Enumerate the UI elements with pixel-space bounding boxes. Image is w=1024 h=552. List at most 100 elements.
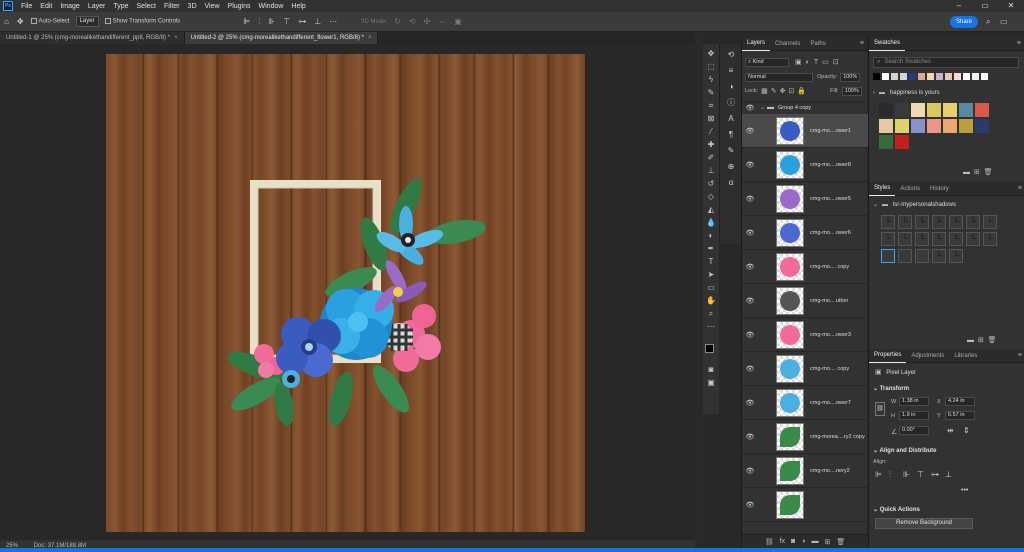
eye-icon[interactable]: 👁	[742, 104, 758, 112]
swatch[interactable]	[927, 103, 941, 117]
menu-image[interactable]: Image	[56, 3, 83, 10]
swatch[interactable]	[981, 73, 988, 80]
style-preset[interactable]: └	[949, 249, 963, 263]
swatch[interactable]	[895, 103, 909, 117]
move-tool-icon[interactable]: ✥	[17, 12, 24, 32]
menu-edit[interactable]: Edit	[36, 3, 56, 10]
blend-mode-select[interactable]: Normal	[745, 72, 813, 82]
layer-row[interactable]: 👁 cmg-mo.... copy	[742, 250, 868, 284]
new-group-icon[interactable]: ▬	[812, 538, 819, 545]
eye-icon[interactable]: 👁	[742, 229, 758, 237]
search-icon[interactable]: ⌕	[986, 12, 990, 32]
pen-tool-icon[interactable]: ✒	[705, 243, 717, 254]
healing-brush-icon[interactable]: ✚	[705, 139, 717, 150]
swatch[interactable]	[879, 103, 893, 117]
swatch-group-header[interactable]: › ▬ happiness is yours	[873, 89, 1023, 99]
clone-source-icon[interactable]: ⊕	[724, 160, 738, 173]
flip-vertical-icon[interactable]: ⇕	[963, 426, 970, 435]
layer-row[interactable]: 👁 cmg-mo....ower5	[742, 182, 868, 216]
screen-mode-icon[interactable]: ▣	[705, 377, 717, 388]
tab-channels[interactable]: Channels	[770, 37, 805, 51]
paint-bucket-icon[interactable]: ◭	[705, 204, 717, 215]
eraser-tool-icon[interactable]: ◇	[705, 191, 717, 202]
more-tools-icon[interactable]: ⋯	[705, 321, 717, 332]
history-brush-icon[interactable]: ↺	[705, 178, 717, 189]
align-hcenter-icon[interactable]: ⫶	[889, 470, 891, 480]
style-preset[interactable]: └	[949, 232, 963, 246]
tab-paths[interactable]: Paths	[805, 37, 830, 51]
layer-row[interactable]: 👁 cmg-mo....ower6	[742, 216, 868, 250]
swatch[interactable]	[954, 73, 961, 80]
eye-icon[interactable]: 👁	[742, 297, 758, 305]
properties-panel-icon[interactable]: ≡	[724, 64, 738, 77]
swatch[interactable]	[972, 73, 979, 80]
x-input[interactable]: 4.24 in	[945, 397, 975, 406]
align-right-icon[interactable]: ⊪	[268, 12, 275, 32]
info-panel-icon[interactable]: ⓘ	[724, 96, 738, 109]
fill-input[interactable]: 100%	[841, 86, 862, 96]
panel-menu-icon[interactable]: ≡	[1018, 352, 1022, 359]
swatch[interactable]	[895, 119, 909, 133]
new-layer-icon[interactable]: ⊞	[825, 538, 831, 546]
type-tool-icon[interactable]: T	[705, 256, 717, 267]
style-preset[interactable]: └	[932, 249, 946, 263]
eyedropper-tool-icon[interactable]: ⁄	[705, 126, 717, 137]
panel-menu-icon[interactable]: ≡	[1017, 40, 1021, 47]
layer-row[interactable]: 👁	[742, 488, 868, 522]
style-preset[interactable]: └	[915, 232, 929, 246]
quick-select-tool-icon[interactable]: ✎	[705, 87, 717, 98]
menu-3d[interactable]: 3D	[184, 3, 201, 10]
menu-window[interactable]: Window	[255, 3, 288, 10]
swatch[interactable]	[911, 103, 925, 117]
opacity-input[interactable]: 100%	[840, 72, 861, 82]
delete-layer-icon[interactable]: 🗑	[836, 538, 845, 546]
align-center-icon[interactable]: ⫶	[258, 12, 260, 32]
menu-select[interactable]: Select	[133, 3, 160, 10]
align-left-icon[interactable]: ⊫	[243, 12, 250, 32]
style-preset[interactable]: └	[932, 215, 946, 229]
flip-horizontal-icon[interactable]: ⇹	[947, 426, 954, 435]
tab-untitled-2[interactable]: Untitled-2 @ 25% (cmg-morealikethandiffe…	[184, 32, 379, 44]
3d-roll-icon[interactable]: ⟲	[409, 12, 416, 32]
home-icon[interactable]: ⌂	[4, 12, 9, 32]
y-input[interactable]: 6.57 in	[945, 411, 975, 420]
tab-properties[interactable]: Properties	[869, 348, 907, 363]
eye-icon[interactable]: 👁	[742, 263, 758, 271]
swatch[interactable]	[936, 73, 943, 80]
swatch[interactable]	[873, 73, 880, 80]
angle-input[interactable]: 0.00°	[899, 426, 929, 435]
layer-row[interactable]: 👁 cmg-mo....ower3	[742, 318, 868, 352]
quick-actions-header[interactable]: ⌄ Quick Actions	[873, 506, 920, 513]
hand-tool-icon[interactable]: ✋	[705, 295, 717, 306]
blur-tool-icon[interactable]: 💧	[705, 217, 717, 228]
close-icon[interactable]: ×	[368, 35, 372, 41]
swatch[interactable]	[909, 73, 916, 80]
eye-icon[interactable]: 👁	[742, 195, 758, 203]
3d-pan-icon[interactable]: ✣	[424, 12, 431, 32]
new-swatch-icon[interactable]: ⊞	[974, 169, 980, 176]
glyphs-panel-icon[interactable]: ɑ	[724, 176, 738, 189]
style-preset[interactable]	[898, 249, 912, 263]
tab-untitled-1[interactable]: Untitled-1 @ 25% (cmg-morealikethandiffe…	[0, 32, 185, 44]
filter-pixel-icon[interactable]: ▣	[795, 58, 802, 66]
link-layers-icon[interactable]: ⛓	[765, 538, 774, 546]
align-bottom-icon[interactable]: ⊥	[945, 470, 952, 479]
layer-row[interactable]: 👁 cmg-mo....utton	[742, 284, 868, 318]
eye-icon[interactable]: 👁	[742, 433, 758, 441]
filter-shape-icon[interactable]: ▭	[822, 58, 829, 66]
adjustment-layer-icon[interactable]: ◑	[801, 538, 805, 545]
history-panel-icon[interactable]: ⟲	[724, 48, 738, 61]
style-preset[interactable]: └	[966, 215, 980, 229]
menu-file[interactable]: File	[17, 3, 36, 10]
layer-row[interactable]: 👁 cmg-morea....ry2 copy	[742, 420, 868, 454]
move-tool-icon[interactable]: ✥	[705, 48, 717, 59]
3d-slide-icon[interactable]: ⇔	[438, 12, 446, 32]
menu-help[interactable]: Help	[287, 3, 309, 10]
style-preset[interactable]: └	[932, 232, 946, 246]
add-mask-icon[interactable]: ◙	[791, 538, 795, 545]
align-header[interactable]: ⌄ Align and Distribute	[873, 447, 936, 454]
lock-move-icon[interactable]: ✥	[780, 87, 786, 95]
crop-tool-icon[interactable]: ⌗	[705, 100, 717, 111]
layer-style-icon[interactable]: fx	[780, 538, 785, 545]
swatch[interactable]	[927, 73, 934, 80]
